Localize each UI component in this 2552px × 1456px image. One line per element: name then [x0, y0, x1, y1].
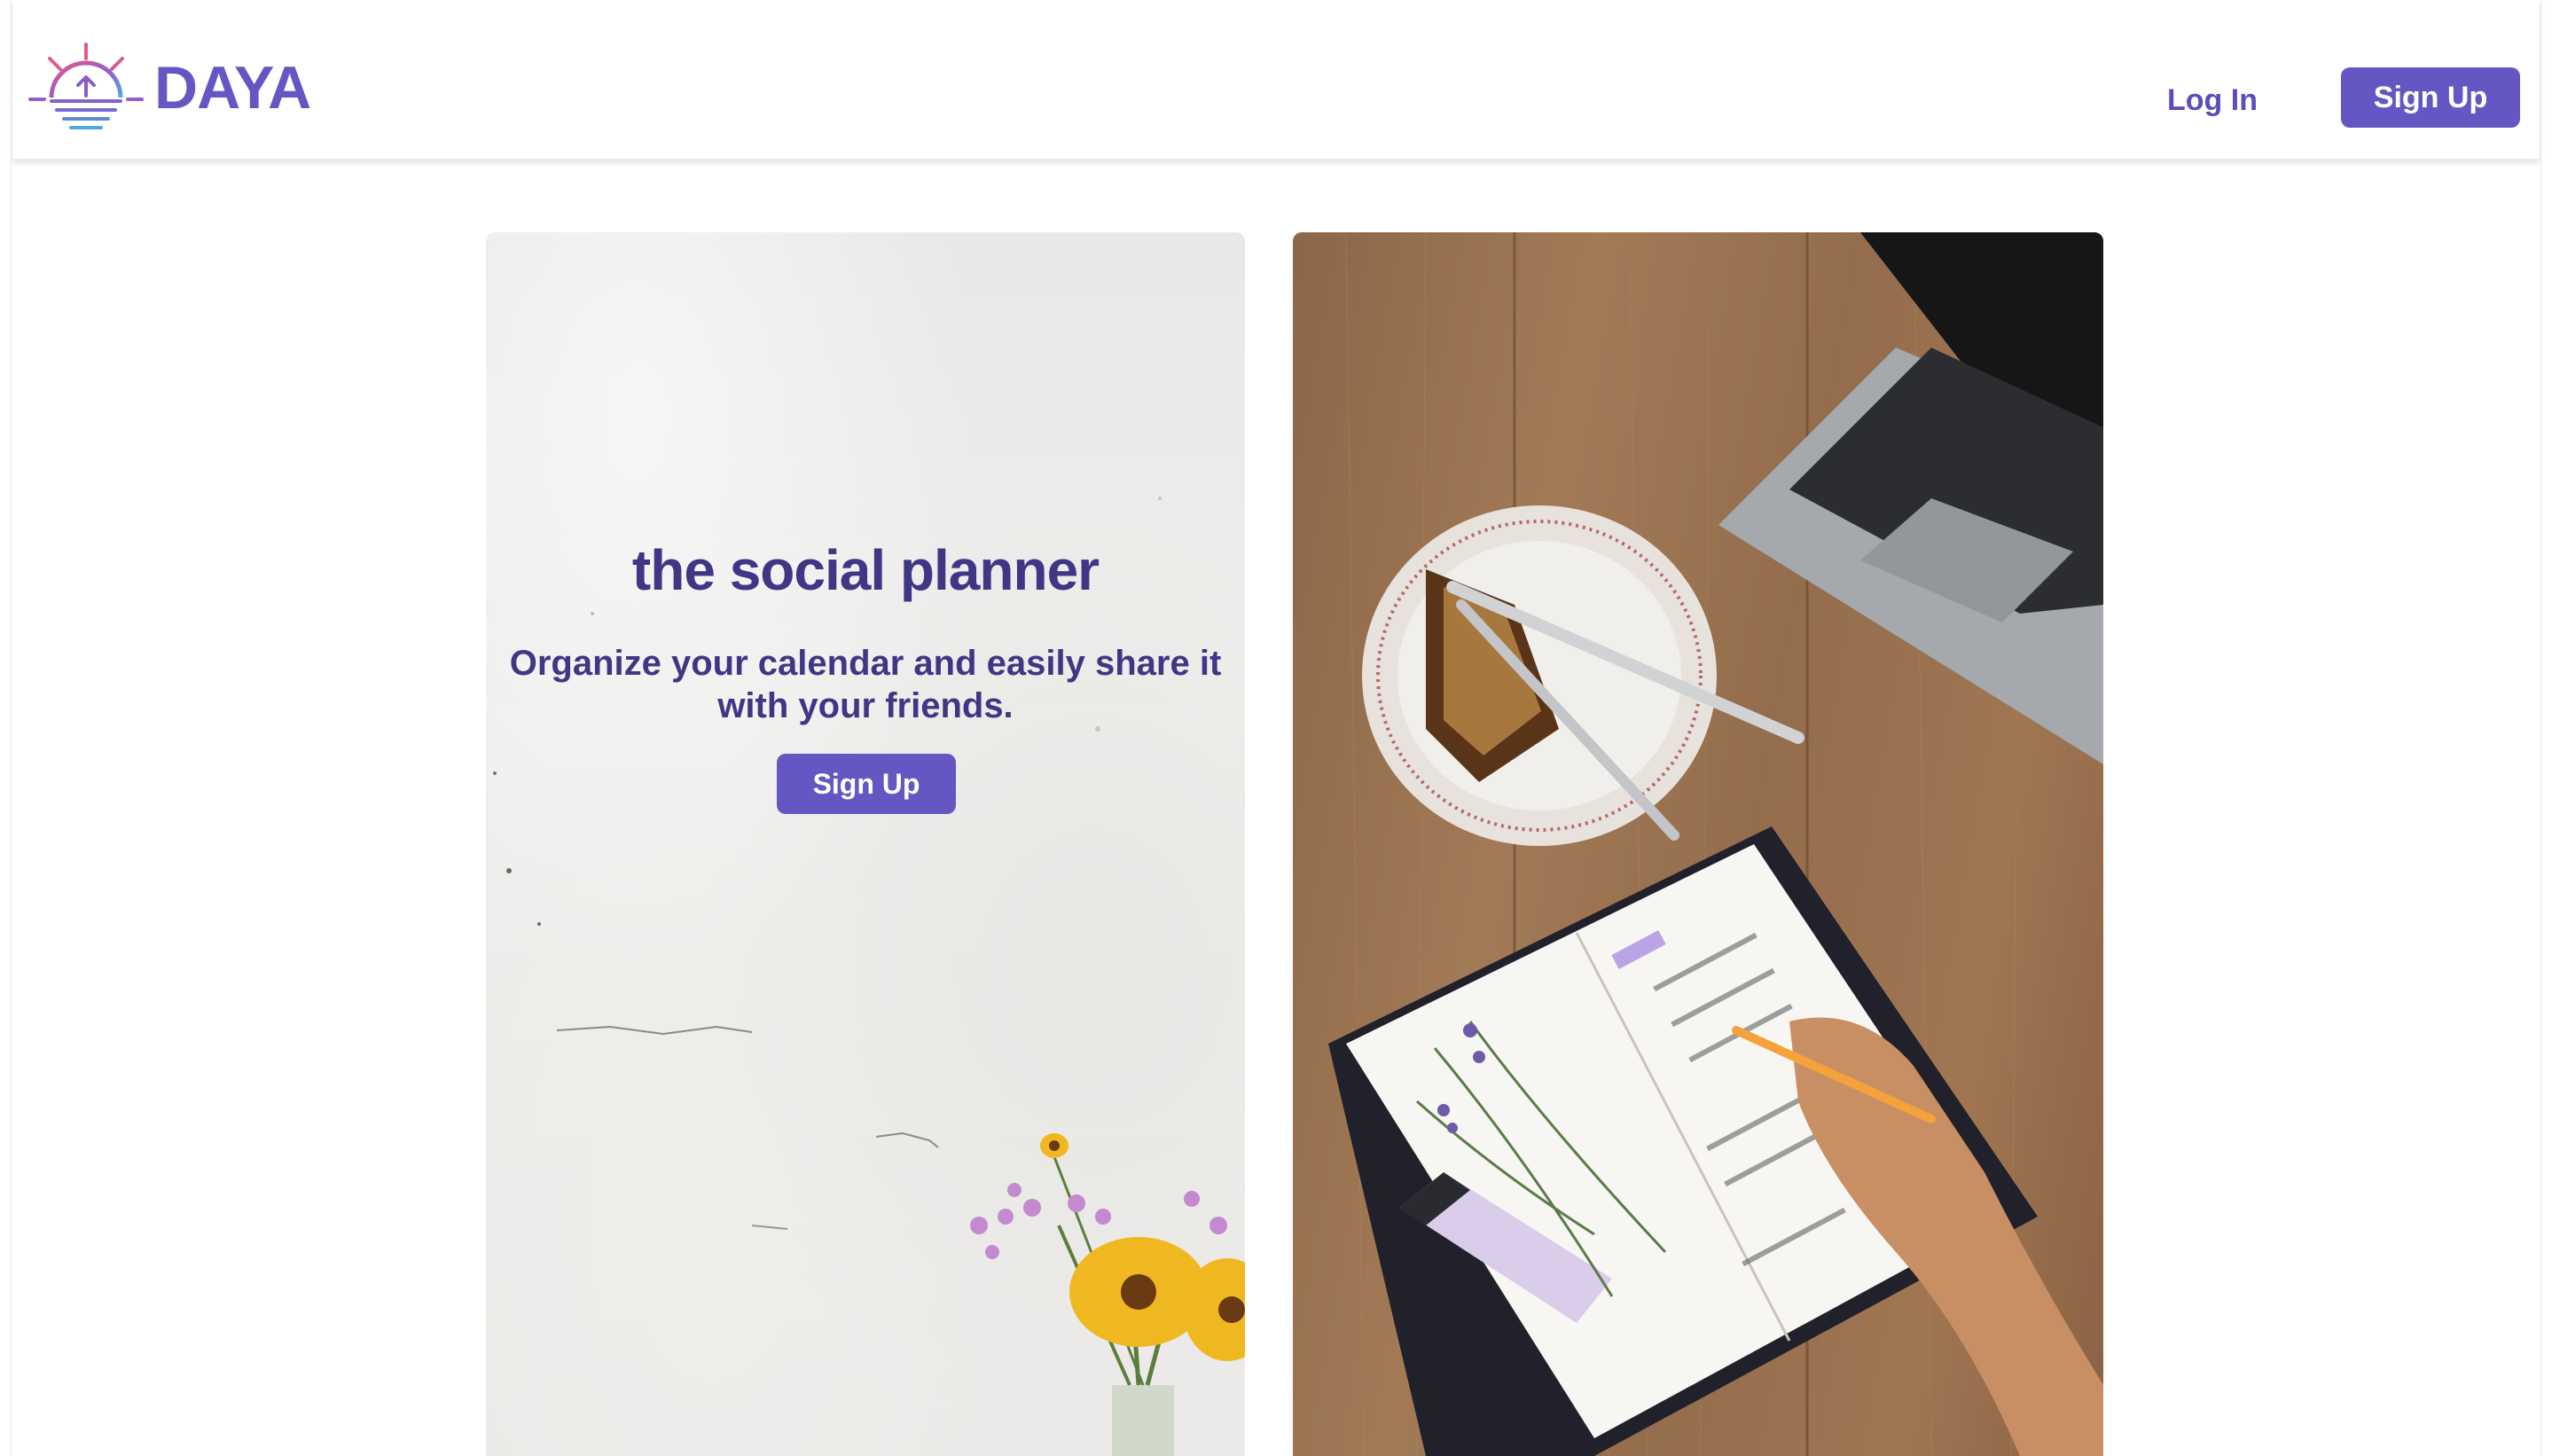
page-background	[12, 0, 2540, 1456]
hero-title: the social planner	[631, 538, 1100, 602]
sunrise-logo-icon[interactable]	[28, 39, 144, 137]
hero-subtitle: Organize your calendar and easily share …	[509, 644, 1222, 725]
signup-button-hero[interactable]: Sign Up	[777, 754, 956, 814]
top-navbar: DAYA Log In Sign Up	[12, 0, 2540, 160]
hero-panel: the social planner Organize your calenda…	[486, 232, 1245, 1456]
login-link[interactable]: Log In	[2137, 78, 2288, 122]
desk-laptop-planner-image	[1328, 232, 2103, 1456]
flower-bouquet-image	[970, 1133, 1245, 1456]
brand-name[interactable]: DAYA	[154, 53, 311, 122]
desk-photo-panel	[1293, 232, 2103, 1456]
signup-button-header[interactable]: Sign Up	[2341, 67, 2520, 128]
